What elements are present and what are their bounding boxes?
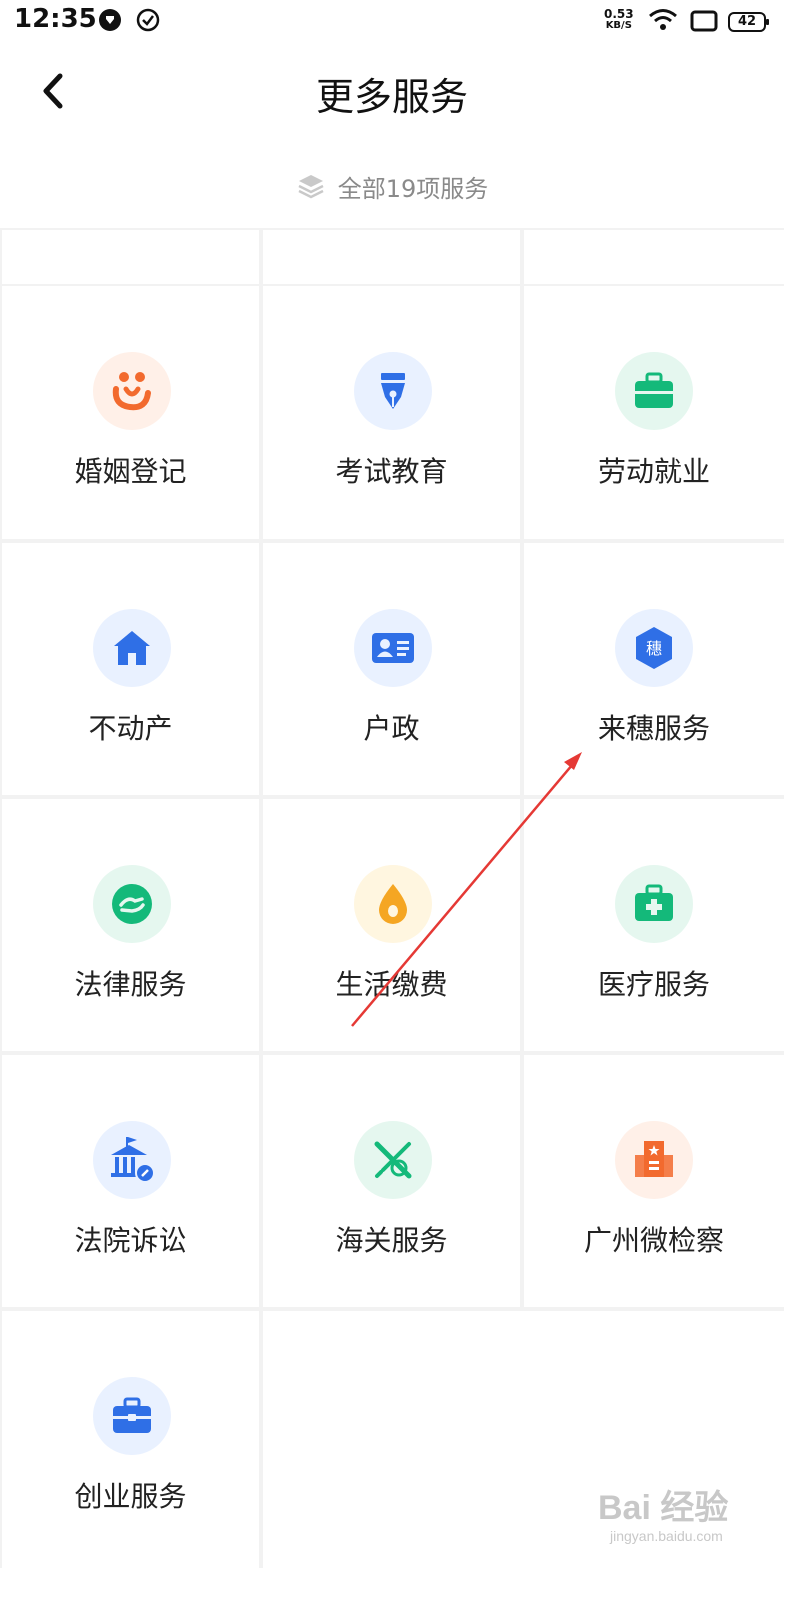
service-label: 生活缴费 <box>335 968 448 1001</box>
network-speed: 0.53 KB/S <box>604 7 634 31</box>
layers-icon <box>298 175 324 199</box>
service-label: 海关服务 <box>335 1224 448 1257</box>
service-label: 创业服务 <box>74 1480 187 1513</box>
service-utility-payment[interactable]: 生活缴费 <box>263 799 520 1051</box>
service-guangzhou-procuratorate[interactable]: 广州微检察 <box>524 1055 784 1307</box>
service-label: 医疗服务 <box>597 968 710 1001</box>
service-label: 婚姻登记 <box>74 455 187 488</box>
check-circle-icon <box>136 8 160 32</box>
pen-nib-icon <box>354 352 432 430</box>
service-real-estate[interactable]: 不动产 <box>2 543 259 795</box>
service-label: 不动产 <box>88 712 173 745</box>
screen-icon <box>690 10 718 32</box>
briefcase-icon <box>615 352 693 430</box>
service-marriage-registration[interactable]: 婚姻登记 <box>2 286 259 539</box>
water-drop-icon <box>354 865 432 943</box>
service-entrepreneurship[interactable]: 创业服务 <box>2 1311 259 1568</box>
id-card-icon <box>354 609 432 687</box>
customs-icon <box>354 1121 432 1199</box>
service-legal[interactable]: 法律服务 <box>2 799 259 1051</box>
service-court-litigation[interactable]: 法院诉讼 <box>2 1055 259 1307</box>
status-time: 12:35 <box>14 4 97 34</box>
service-laisui[interactable]: 穗 来穗服务 <box>524 543 784 795</box>
service-count-text: 全部19项服务 <box>337 174 489 203</box>
service-exam-education[interactable]: 考试教育 <box>263 286 520 539</box>
service-label: 广州微检察 <box>583 1224 724 1257</box>
service-label: 法院诉讼 <box>74 1224 187 1257</box>
battery-icon: 42 <box>728 12 769 32</box>
hexagon-sui-icon: 穗 <box>615 609 693 687</box>
service-label: 法律服务 <box>74 968 187 1001</box>
service-household-registration[interactable]: 户政 <box>263 543 520 795</box>
service-label: 劳动就业 <box>597 455 710 488</box>
watermark-main: Bai 经验 <box>598 1489 729 1527</box>
toolbox-icon <box>93 1377 171 1455</box>
house-icon <box>93 609 171 687</box>
grid-cell-empty <box>263 230 520 284</box>
service-label: 来穗服务 <box>597 712 710 745</box>
service-medical[interactable]: 医疗服务 <box>524 799 784 1051</box>
watermark: Bai 经验 jingyan.baidu.com <box>598 1480 778 1560</box>
notification-app-icon <box>99 9 121 31</box>
svg-text:穗: 穗 <box>646 639 662 658</box>
service-label: 户政 <box>363 712 420 745</box>
status-bar: 12:35 0.53 KB/S 42 <box>0 0 784 44</box>
grid-cell-empty <box>2 230 259 284</box>
medical-kit-icon <box>615 865 693 943</box>
service-count-summary: 全部19项服务 <box>0 168 784 204</box>
service-grid: 婚姻登记 考试教育 劳动就业 不动产 户政 穗 来穗服务 法律服务 生活缴费 医… <box>0 228 784 1568</box>
procuratorate-building-icon <box>615 1121 693 1199</box>
service-label: 考试教育 <box>335 455 448 488</box>
service-customs[interactable]: 海关服务 <box>263 1055 520 1307</box>
service-labor-employment[interactable]: 劳动就业 <box>524 286 784 539</box>
watermark-sub: jingyan.baidu.com <box>610 1528 723 1544</box>
grid-cell-empty <box>524 230 784 284</box>
page-title: 更多服务 <box>315 75 468 119</box>
courthouse-icon <box>93 1121 171 1199</box>
wifi-icon <box>649 9 677 30</box>
handshake-icon <box>93 865 171 943</box>
marriage-icon <box>93 352 171 430</box>
